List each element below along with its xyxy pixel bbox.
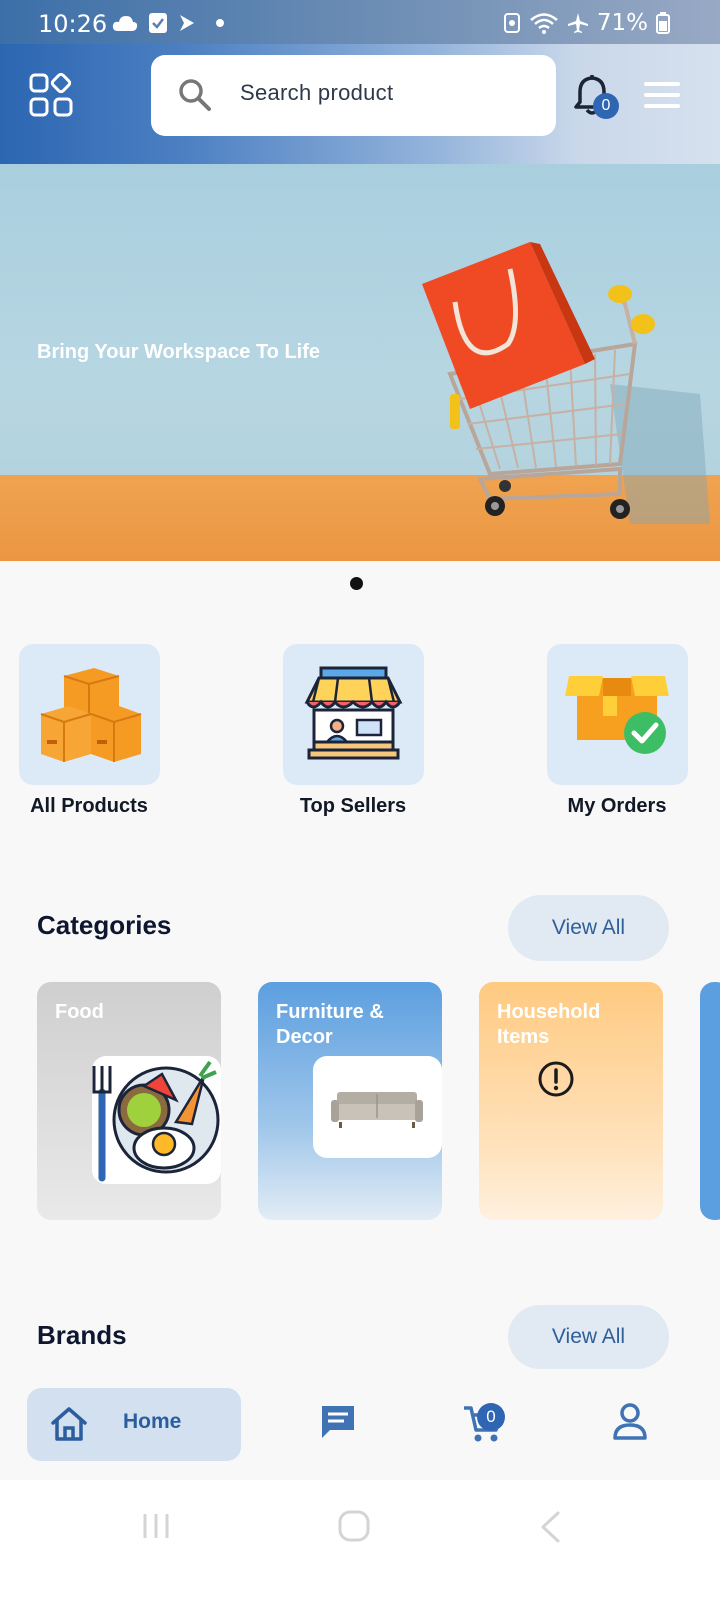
cart-badge: 0 bbox=[477, 1403, 505, 1431]
all-products-tile bbox=[18, 644, 160, 785]
nav-home-label: Home bbox=[123, 1410, 182, 1433]
battery-icon bbox=[656, 12, 670, 34]
all-products-label: All Products bbox=[30, 795, 148, 817]
category-image bbox=[313, 1056, 442, 1158]
search-input[interactable]: Search product bbox=[151, 55, 556, 136]
order-box-check-icon bbox=[564, 676, 669, 754]
status-system-icons: 71% bbox=[503, 10, 670, 36]
category-name: Furniture & Decor bbox=[276, 1001, 384, 1048]
recent-apps-icon[interactable] bbox=[141, 1510, 171, 1542]
boxes-icon bbox=[40, 668, 141, 762]
sofa-icon bbox=[331, 1092, 423, 1128]
categories-view-all-button[interactable]: View All bbox=[508, 895, 669, 961]
wifi-icon bbox=[530, 13, 558, 34]
brands-title: Brands bbox=[37, 1320, 127, 1350]
status-bar: 10:26 71% bbox=[0, 0, 720, 44]
search-icon bbox=[179, 79, 211, 111]
carousel-indicator-dot[interactable] bbox=[350, 577, 363, 590]
send-arrow-icon bbox=[180, 15, 194, 31]
storefront-icon bbox=[304, 666, 402, 760]
top-app-bar: Search product 0 bbox=[0, 44, 720, 164]
menu-icon[interactable] bbox=[644, 82, 680, 110]
food-plate-icon bbox=[92, 1060, 220, 1182]
my-orders-label: My Orders bbox=[567, 795, 667, 817]
task-check-icon bbox=[149, 13, 167, 33]
my-orders-tile bbox=[546, 644, 688, 785]
sync-icon bbox=[503, 13, 520, 33]
status-notification-icons bbox=[112, 12, 226, 34]
category-image bbox=[92, 1056, 221, 1184]
top-sellers-button[interactable]: Top Sellers bbox=[273, 644, 433, 818]
promo-banner[interactable]: Bring Your Workspace To Life bbox=[0, 164, 720, 561]
category-card-furniture-decor[interactable]: Furniture & Decor bbox=[258, 982, 442, 1220]
category-card-food[interactable]: Food bbox=[37, 982, 221, 1220]
my-orders-button[interactable]: My Orders bbox=[537, 644, 697, 818]
home-button-icon[interactable] bbox=[337, 1509, 371, 1543]
category-card-household-items[interactable]: Household Items bbox=[479, 982, 663, 1220]
category-name: Food bbox=[55, 1001, 104, 1023]
battery-percent: 71% bbox=[596, 10, 648, 36]
apps-grid-icon[interactable] bbox=[28, 72, 76, 120]
system-navigation-bar bbox=[0, 1480, 720, 1600]
chat-icon[interactable] bbox=[318, 1402, 358, 1442]
app-screen: 10:26 71% Search product 0 Bring Your Wo… bbox=[0, 0, 720, 1600]
bottom-navigation: Home bbox=[0, 1380, 720, 1480]
image-error-icon bbox=[538, 1061, 574, 1097]
banner-title: Bring Your Workspace To Life bbox=[37, 341, 321, 363]
top-sellers-label: Top Sellers bbox=[299, 795, 407, 817]
cloud-icon bbox=[112, 16, 138, 31]
categories-title: Categories bbox=[37, 910, 172, 940]
status-time: 10:26 bbox=[38, 10, 108, 38]
dot-icon bbox=[216, 19, 224, 27]
search-placeholder: Search product bbox=[240, 80, 394, 105]
back-icon[interactable] bbox=[538, 1510, 562, 1544]
shopping-cart-bag-illustration bbox=[422, 242, 710, 524]
all-products-button[interactable]: All Products bbox=[9, 644, 169, 818]
notification-badge: 0 bbox=[593, 93, 619, 119]
airplane-icon bbox=[567, 13, 588, 33]
category-name: Household Items bbox=[497, 1001, 601, 1048]
top-sellers-tile bbox=[282, 644, 424, 785]
profile-icon[interactable] bbox=[612, 1402, 648, 1442]
home-icon bbox=[51, 1407, 87, 1441]
category-card-next[interactable] bbox=[700, 982, 720, 1220]
nav-home-tab[interactable]: Home bbox=[27, 1388, 241, 1461]
brands-view-all-button[interactable]: View All bbox=[508, 1305, 669, 1369]
